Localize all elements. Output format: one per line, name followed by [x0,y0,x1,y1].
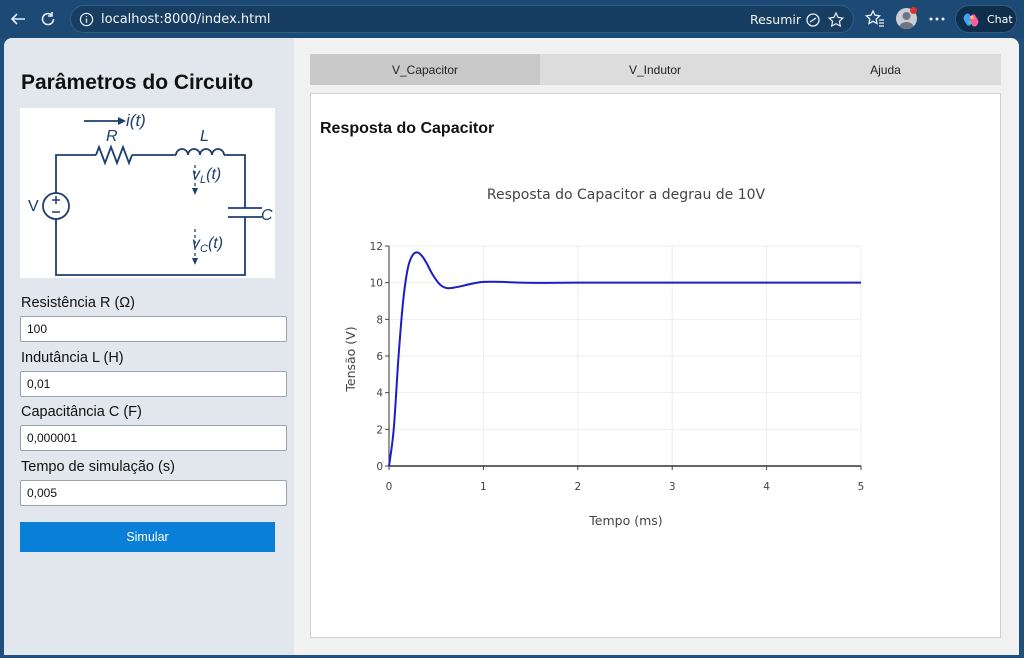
capacitor-voltage-line [388,251,861,467]
resistance-input[interactable] [20,316,287,342]
resistance-label: Resistência R (Ω) [21,295,135,311]
source-label: V [28,198,39,215]
copilot-icon [963,13,979,27]
x-tick-label: 5 [858,481,865,493]
sidebar: Parâmetros do Circuito i(t) R L V C vL(t… [4,38,294,655]
tab-v-capacitor[interactable]: V_Capacitor [310,54,540,85]
sidebar-title: Parâmetros do Circuito [21,71,254,94]
inductor-label: L [200,128,209,145]
summarize-button[interactable]: Resumir [750,12,801,27]
tab-ajuda[interactable]: Ajuda [770,54,1001,85]
x-tick-label: 2 [574,481,581,493]
tab-v-indutor[interactable]: V_Indutor [540,54,770,85]
y-axis-label: Tensão (V) [343,326,358,392]
back-button[interactable] [6,7,30,31]
x-axis-label: Tempo (ms) [588,513,662,528]
inductance-input[interactable] [20,371,287,397]
page: Parâmetros do Circuito i(t) R L V C vL(t… [4,38,1019,655]
url-text[interactable]: localhost:8000/index.html [101,12,271,27]
browser-toolbar: localhost:8000/index.html Resumir Chat [0,0,1024,38]
copilot-chat-button[interactable]: Chat [955,5,1017,33]
circuit-schematic: i(t) R L V C vL(t) vC(t) [28,111,273,276]
y-tick-label: 10 [370,278,383,290]
capacitor-panel: Resposta do Capacitor 0 1 2 3 4 5 0 2 4 6 8 10 12 Re… [310,93,1001,638]
back-arrow-icon [10,13,25,25]
y-tick-label: 6 [376,351,383,363]
y-tick-label: 12 [370,241,383,253]
simulate-button[interactable]: Simular [20,522,275,552]
chart-ticks: 0 1 2 3 4 5024681012 [370,241,865,493]
chart-grid [388,245,862,467]
capacitance-label: Capacitância C (F) [21,404,142,420]
current-arrow-head [118,117,126,125]
notification-dot [910,7,917,14]
x-tick-label: 4 [763,481,770,493]
favorites-icon[interactable] [864,8,886,30]
x-tick-label: 1 [480,481,487,493]
refresh-icon [41,12,55,26]
chart-title: Resposta do Capacitor a degrau de 10V [487,187,766,203]
capacitor-response-chart: 0 1 2 3 4 5024681012 Resposta do Capacitor a … [343,187,865,528]
favorite-star-icon[interactable] [827,11,845,29]
capacitor-label: C [261,207,273,224]
y-tick-label: 2 [376,424,383,436]
address-bar[interactable]: localhost:8000/index.html Resumir [70,5,854,33]
more-options-icon[interactable] [926,8,948,30]
y-tick-label: 4 [376,388,383,400]
current-label: i(t) [126,111,146,130]
chat-label: Chat [987,13,1013,26]
y-tick-label: 8 [376,314,383,326]
x-tick-label: 0 [386,481,393,493]
y-tick-label: 0 [376,461,383,473]
simulation-time-input[interactable] [20,480,287,506]
inductance-label: Indutância L (H) [21,350,124,366]
circuit-diagram: i(t) R L V C vL(t) vC(t) [20,108,275,278]
resistor-label: R [106,128,118,145]
capacitor-voltage-label: vC(t) [192,235,223,255]
inductor-voltage-label: vL(t) [192,166,221,186]
refresh-button[interactable] [36,7,60,31]
tab-bar: V_Capacitor V_Indutor Ajuda [310,54,1001,85]
x-tick-label: 3 [669,481,676,493]
copilot-summarize-icon[interactable] [804,11,822,29]
info-icon[interactable] [79,12,94,27]
capacitance-input[interactable] [20,425,287,451]
simulation-time-label: Tempo de simulação (s) [21,459,175,475]
